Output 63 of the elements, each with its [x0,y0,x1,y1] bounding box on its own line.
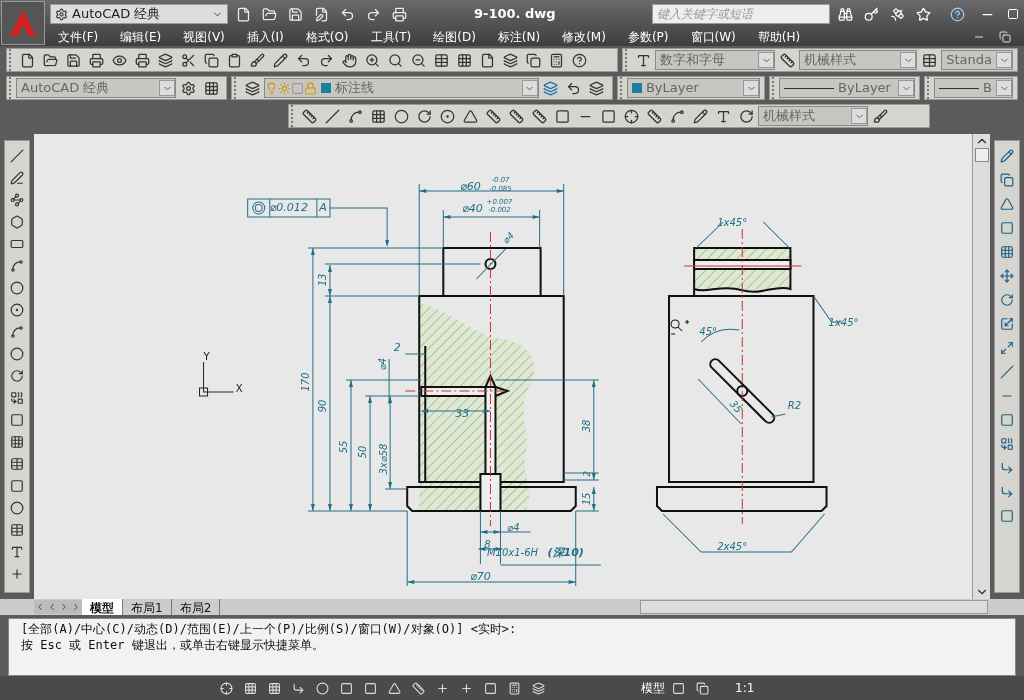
tab-nav-icon[interactable] [70,600,82,614]
dimension-label: ⌀70 [470,570,491,583]
dimension-label: 45° [699,326,718,337]
dimension-label: 2 [393,341,401,354]
search-field[interactable]: 键入关键字或短语 [652,4,830,24]
scroll-thumb[interactable] [974,148,989,162]
app-logo-icon [8,8,38,38]
annotation-scale[interactable]: 1:1 [735,679,755,697]
zoom-cursor-icon [670,319,690,335]
dimension-label: 170 [299,372,311,392]
layout-tab[interactable]: 模型 [82,599,123,615]
dimension-label: ⌀40 [462,202,483,215]
menu-item[interactable]: 插入(I) [246,28,284,46]
dimension-label: 50 [357,445,369,459]
dimension-label: 3x⌀58 [378,443,390,475]
dimension-label: 2x45° [717,541,748,552]
axis-label: X [235,383,243,394]
dimension-label: 35 [727,398,745,416]
menu-item[interactable]: 窗口(W) [690,28,736,46]
dimension-label: R2 [787,400,802,411]
dimension-label: 13 [316,273,328,287]
menu-item[interactable]: 格式(O) [305,28,349,46]
horizontal-scrollbar[interactable] [640,600,988,614]
axis-label: Y [203,351,210,362]
window-title: 9-100. dwg [474,5,557,24]
text-style-combo[interactable]: 数字和字母 [655,50,776,70]
menu-item[interactable]: 编辑(E) [120,28,162,46]
dimension-style-combo[interactable]: 机械样式 [758,106,868,126]
dimension-label: 33 [455,407,470,420]
tab-nav-icon[interactable] [34,600,46,614]
model-space-label[interactable]: 模型 [641,679,665,697]
dimension-label: ⌀4 [377,357,389,371]
vertical-scrollbar[interactable] [972,134,990,599]
dimension-label: 90 [316,399,328,413]
menu-item[interactable]: 工具(T) [370,28,412,46]
table-style-combo[interactable]: Standa [941,50,1013,70]
menu-item[interactable]: 参数(P) [627,28,669,46]
dimension-label: 2 [581,471,592,477]
ucs-axis-icon [199,361,235,397]
command-history-line: [全部(A)/中心(C)/动态(D)/范围(E)/上一个(P)/比例(S)/窗口(W)/对象(O)] <实时>: [21,621,518,637]
dimension-label: 1x45° [828,317,859,328]
menu-item[interactable]: 文件(F) [58,28,99,46]
dimension-label: ⌀0.012 [269,201,308,214]
dimension-label: 1x45° [717,217,748,228]
dimension-label: ⌀4 [500,230,516,246]
dimension-label: 55 [338,440,349,454]
dimension-label: 15 [580,492,592,506]
command-history-line: 按 Esc 或 Enter 键退出，或单击右键显示快捷菜单。 [21,637,325,653]
layer-color-swatch [321,83,331,93]
menu-item[interactable]: 修改(M) [562,28,606,46]
gear-icon [55,7,68,21]
dimension-style-combo[interactable]: 机械样式 [799,50,918,70]
color-swatch [631,83,642,93]
workspace-combo[interactable]: AutoCAD 经典 [50,4,228,24]
workspace-combo[interactable]: AutoCAD 经典 [16,78,176,98]
menu-item[interactable]: 标注(N) [497,28,541,46]
menu-item[interactable]: 绘图(D) [433,28,476,46]
menu-item[interactable]: 帮助(H) [757,28,801,46]
dimension-label: ⌀4 [507,522,520,533]
menu-item[interactable]: 视图(V) [183,28,225,46]
dimension-label: A [319,201,327,214]
dimension-label: 38 [580,419,592,433]
dimension-label: ⌀60 [460,180,481,193]
